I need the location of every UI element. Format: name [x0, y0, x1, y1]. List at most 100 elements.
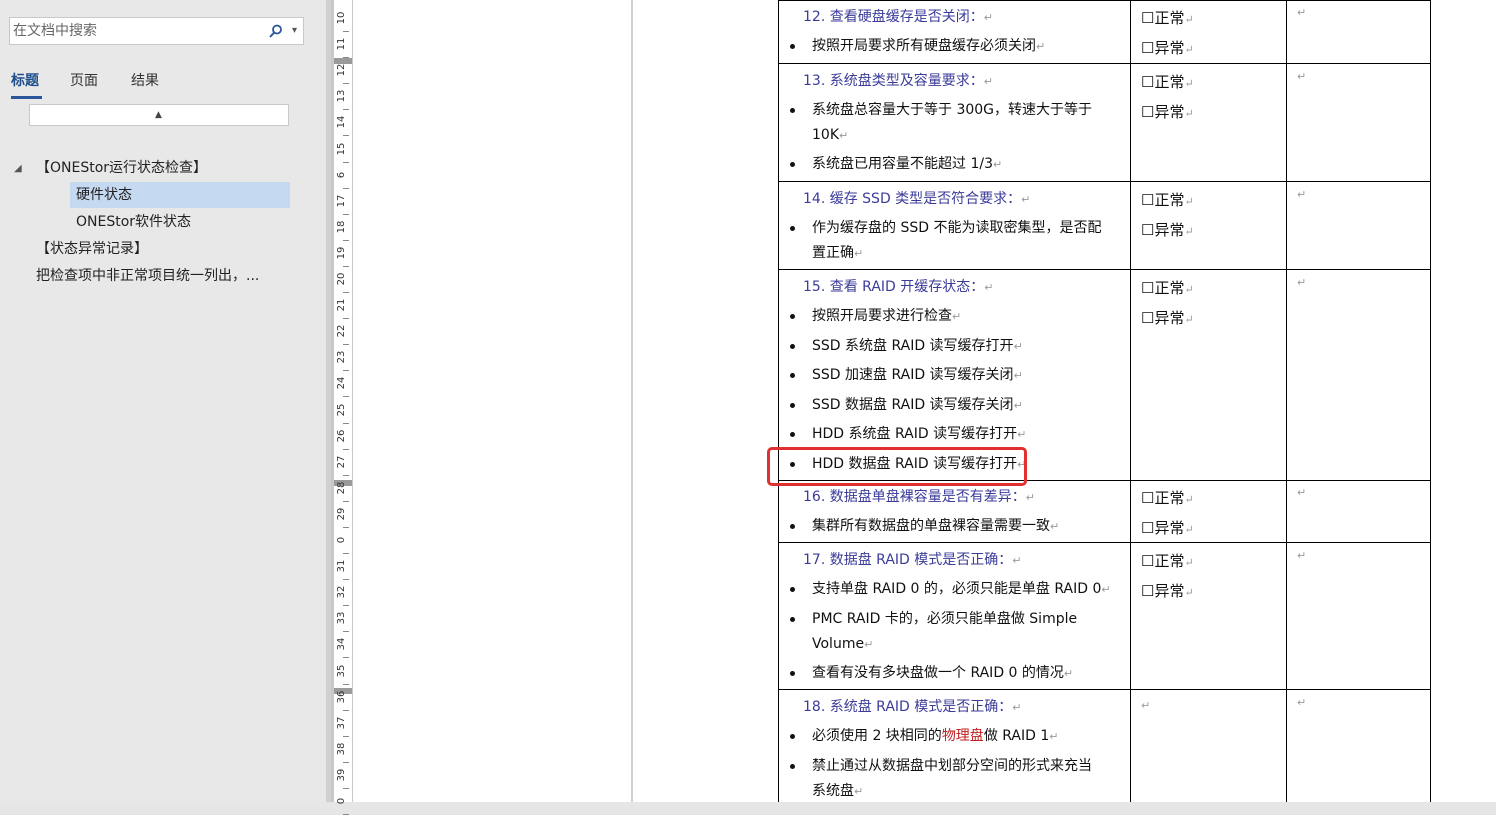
ruler-tick: [343, 683, 349, 685]
ruler-number: 31: [336, 559, 347, 573]
collapse-up-icon: ▲: [155, 110, 162, 120]
checkbox-abnormal[interactable]: ☐异常↵: [1141, 103, 1194, 123]
ruler-tick: [343, 83, 349, 85]
ruler-tick: [343, 265, 349, 267]
ruler-tick: [343, 344, 349, 346]
tab-results[interactable]: 结果: [131, 70, 159, 90]
item-text: 集群所有数据盘的单盘裸容量需要一致↵: [812, 518, 1060, 534]
ruler-tick: [343, 526, 349, 528]
ruler-tick: [343, 57, 349, 59]
item-heading: 13. 系统盘类型及容量要求：↵: [803, 73, 993, 89]
ruler-number: 29: [336, 507, 347, 521]
expand-triangle-icon[interactable]: ◢: [14, 163, 22, 174]
heading-list-abnormal[interactable]: 把检查项中非正常项目统一列出，...: [36, 266, 259, 286]
heading-onestor-status[interactable]: 【ONEStor运行状态检查】: [36, 158, 207, 178]
paragraph-mark: ↵: [1297, 276, 1307, 289]
item-text: SSD 数据盘 RAID 读写缓存关闭↵: [812, 397, 1023, 413]
ruler-tick: [343, 422, 349, 424]
table-row-divider: [778, 63, 1431, 64]
ruler-number: 19: [336, 246, 347, 260]
search-icon[interactable]: [269, 24, 283, 38]
vertical-ruler: 10 11 12 13 14 15 6 17 18 19 20 21 22 23 24 25 26 27 28 29 0…: [331, 0, 353, 815]
ruler-tick: [343, 474, 349, 476]
ruler-number: 25: [336, 403, 347, 416]
ruler-number: 24: [336, 377, 347, 390]
item-text: 置正确↵: [812, 245, 864, 261]
ruler-number: 17: [336, 194, 347, 208]
ruler-number: 38: [336, 742, 347, 756]
item-heading: 14. 缓存 SSD 类型是否符合要求：↵: [803, 191, 1031, 207]
item-text: 按照开局要求进行检查↵: [812, 308, 962, 324]
ruler-tick: [343, 187, 349, 189]
item-text: 按照开局要求所有硬盘缓存必须关闭↵: [812, 38, 1046, 54]
item-text: 系统盘↵: [812, 783, 864, 799]
checkbox-normal[interactable]: ☐正常↵: [1141, 279, 1194, 299]
ruler-number: 10: [336, 11, 347, 25]
bullet: [790, 734, 795, 739]
active-tab-indicator: [11, 96, 42, 99]
heading-software-status[interactable]: ONEStor软件状态: [76, 212, 191, 232]
ruler-number: 32: [336, 585, 347, 599]
table-row-divider: [778, 689, 1431, 690]
ruler-tick: [343, 396, 349, 398]
bullet: [790, 671, 795, 676]
checkbox-normal[interactable]: ☐正常↵: [1141, 9, 1194, 29]
bullet: [790, 108, 795, 113]
ruler-tick: [343, 500, 349, 502]
highlight-annotation-box: [767, 447, 1027, 486]
bullet: [790, 373, 795, 378]
scroll-up-button[interactable]: ▲: [29, 104, 289, 126]
page-left-region: [353, 0, 631, 802]
checkbox-abnormal[interactable]: ☐异常↵: [1141, 221, 1194, 241]
ruler-tick: [343, 318, 349, 320]
search-input[interactable]: [13, 21, 263, 41]
item-text: 作为缓存盘的 SSD 不能为读取密集型，是否配: [812, 220, 1102, 236]
checkbox-abnormal[interactable]: ☐异常↵: [1141, 39, 1194, 59]
heading-hardware-status[interactable]: 硬件状态: [76, 185, 132, 205]
ruler-tick: [343, 161, 349, 163]
paragraph-mark: ↵: [1297, 188, 1307, 201]
tab-headings[interactable]: 标题: [11, 70, 39, 90]
ruler-number: 0: [336, 797, 347, 805]
checkbox-abnormal[interactable]: ☐异常↵: [1141, 582, 1194, 602]
bullet: [790, 432, 795, 437]
ruler-tick: [343, 213, 349, 215]
item-text: 支持单盘 RAID 0 的，必须只能是单盘 RAID 0↵: [812, 581, 1111, 597]
paragraph-mark: ↵: [1297, 70, 1307, 83]
ruler-tick: [343, 787, 349, 789]
checkbox-normal[interactable]: ☐正常↵: [1141, 73, 1194, 93]
search-box[interactable]: ▾: [9, 17, 304, 45]
paragraph-mark: ↵: [1297, 486, 1307, 499]
heading-abnormal-record[interactable]: 【状态异常记录】: [36, 239, 148, 259]
table-row-divider: [778, 181, 1431, 182]
ruler-number: 0: [336, 536, 347, 544]
ruler-number: 37: [336, 716, 347, 730]
ruler-number: 22: [336, 324, 347, 338]
chevron-down-icon[interactable]: ▾: [292, 24, 297, 38]
ruler-number: 39: [336, 768, 347, 782]
ruler-tick: [343, 448, 349, 450]
tab-pages[interactable]: 页面: [70, 70, 98, 90]
bullet: [790, 226, 795, 231]
ruler-tick: [343, 631, 349, 633]
bullet: [790, 524, 795, 529]
ruler-tick: [343, 370, 349, 372]
bullet: [790, 314, 795, 319]
checkbox-abnormal[interactable]: ☐异常↵: [1141, 309, 1194, 329]
item-heading: 17. 数据盘 RAID 模式是否正确：↵: [803, 552, 1022, 568]
item-text: SSD 加速盘 RAID 读写缓存关闭↵: [812, 367, 1023, 383]
checkbox-normal[interactable]: ☐正常↵: [1141, 191, 1194, 211]
checkbox-normal[interactable]: ☐正常↵: [1141, 489, 1194, 509]
item-text: 禁止通过从数据盘中划部分空间的形式来充当: [812, 758, 1092, 774]
checkbox-abnormal[interactable]: ☐异常↵: [1141, 519, 1194, 539]
table-column-divider: [1130, 0, 1131, 802]
ruler-tick: [343, 135, 349, 137]
ruler-tick: [343, 709, 349, 711]
ruler-tick: [343, 735, 349, 737]
ruler-number: 28: [336, 481, 347, 495]
table-border: [1430, 0, 1431, 802]
checkbox-normal[interactable]: ☐正常↵: [1141, 552, 1194, 572]
navigation-pane: ▾ 标题 页面 结果 ▲ ◢ 【ONEStor运行状态检查】 硬件状态 ONES…: [0, 0, 326, 802]
item-text: SSD 系统盘 RAID 读写缓存打开↵: [812, 338, 1023, 354]
ruler-tick: [343, 579, 349, 581]
